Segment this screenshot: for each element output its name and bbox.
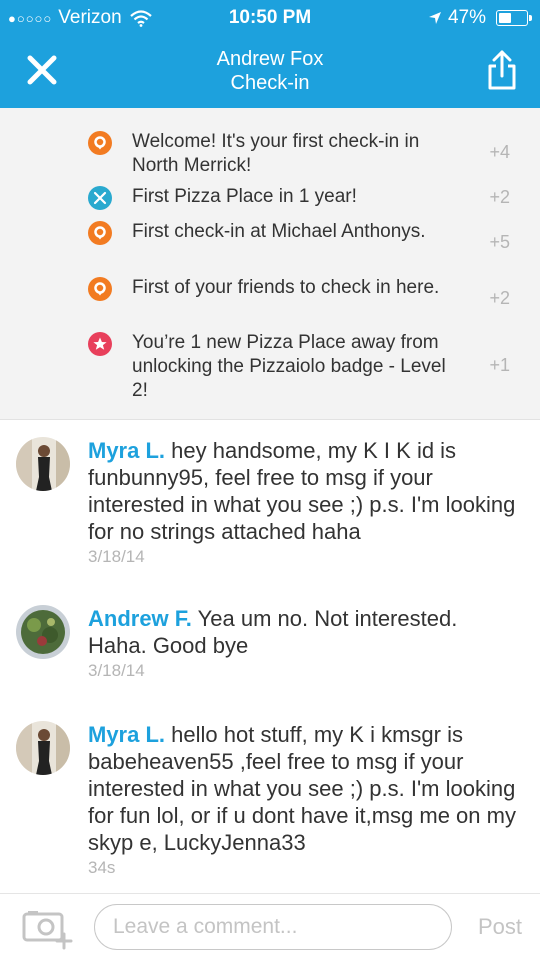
add-photo-icon[interactable] [22,910,74,950]
avatar[interactable] [16,605,70,659]
fork-knife-icon [88,186,112,210]
nav-bar: Andrew Fox Check-in [0,36,540,108]
score-item-points: +1 [489,355,510,375]
score-item-points: +4 [489,142,510,162]
checkin-score-panel: Welcome! It's your first check-in in Nor… [0,108,540,420]
comment-author[interactable]: Myra L. [88,722,165,747]
score-item-text: First Pizza Place in 1 year! [132,186,357,207]
score-item-text: Welcome! It's your first check-in in Nor… [132,131,420,176]
page-title-name: Andrew Fox [216,48,324,70]
score-item-text: First of your friends to check in here. [132,277,440,298]
score-item: First Pizza Place in 1 year! +2 [88,185,528,210]
score-item: First of your friends to check in here. … [88,276,528,308]
location-pin-icon [88,277,112,301]
comment-body: Myra L. hey handsome, my K I K id is fun… [88,437,518,568]
location-arrow-icon [428,12,441,24]
comment-date: 3/18/14 [88,661,145,680]
status-right-group: 47% [428,7,532,29]
status-bar: ●○○○○ Verizon 10:50 PM 47% [0,0,540,36]
battery-icon [496,10,532,26]
page-title: Andrew Fox Check-in [0,47,540,95]
avatar[interactable] [16,437,70,491]
comment-body: Andrew F. Yea um no. Not interested. Hah… [88,605,518,682]
comment-compose-bar: Post [0,893,540,961]
score-item-points: +2 [489,288,510,308]
score-item-text: First check-in at Michael Anthonys. [132,221,426,242]
star-icon [88,332,112,356]
comment-date: 34s [88,858,116,877]
page-title-subtitle: Check-in [230,72,310,94]
location-pin-icon [88,131,112,155]
score-item: You’re 1 new Pizza Place away from unloc… [88,331,528,403]
comment-author[interactable]: Myra L. [88,438,165,463]
comment-input[interactable] [94,904,452,950]
score-item-points: +2 [489,187,510,207]
score-item: Welcome! It's your first check-in in Nor… [88,130,528,178]
share-icon[interactable] [484,48,520,92]
battery-percent: 47% [447,7,486,28]
avatar[interactable] [16,721,70,775]
score-item-text: You’re 1 new Pizza Place away from unloc… [132,332,446,401]
comment-body: Myra L. hello hot stuff, my K i kmsgr is… [88,721,518,879]
score-item-points: +5 [489,232,510,252]
comment-date: 3/18/14 [88,547,145,566]
post-button[interactable]: Post [478,914,522,940]
location-pin-icon [88,221,112,245]
comment-author[interactable]: Andrew F. [88,606,192,631]
score-item: First check-in at Michael Anthonys. +5 [88,220,528,252]
